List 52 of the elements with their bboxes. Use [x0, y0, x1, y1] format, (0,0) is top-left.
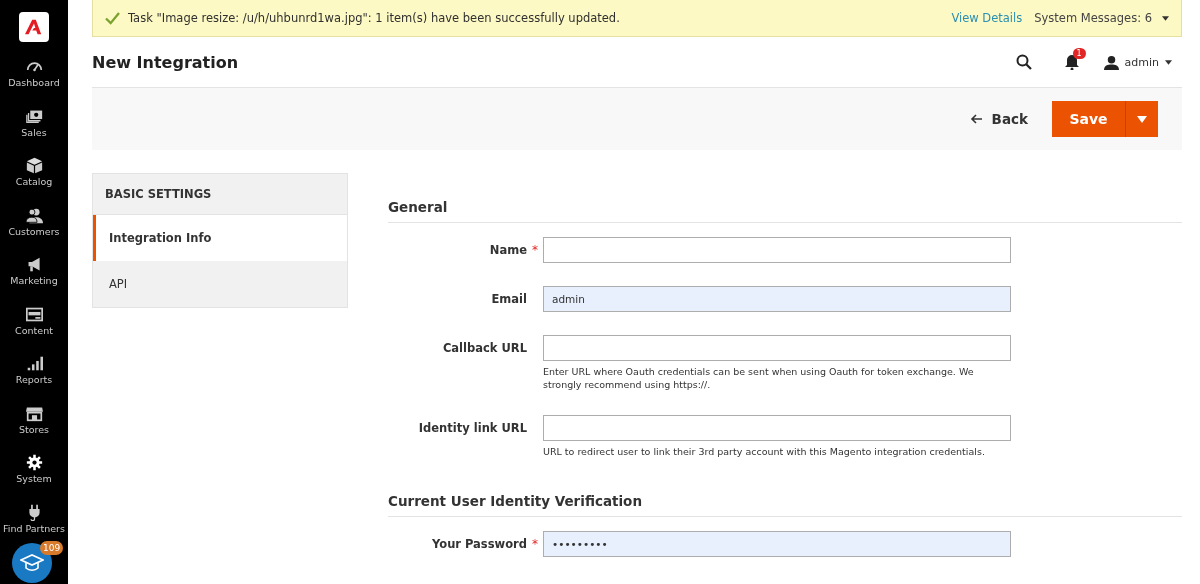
system-messages-toggle[interactable]: System Messages: 6: [1034, 11, 1152, 25]
view-details-link[interactable]: View Details: [951, 11, 1023, 25]
input-field[interactable]: admin: [543, 286, 1011, 312]
field-note: URL to redirect user to link their 3rd party account with this Magento integration credentials.: [543, 444, 986, 458]
input-field[interactable]: [543, 414, 1011, 441]
caret-icon: [1165, 59, 1172, 65]
nav-item[interactable]: Dashboard: [0, 58, 68, 105]
field-label: Callback URL: [442, 341, 527, 355]
field-label: Your Password: [431, 536, 527, 551]
nav-item[interactable]: Stores: [0, 404, 68, 452]
back-button[interactable]: Back: [969, 111, 1028, 127]
caret-icon[interactable]: [1162, 15, 1169, 21]
input-field[interactable]: [543, 237, 1011, 263]
tab[interactable]: Integration Info: [93, 215, 347, 261]
section-title: General: [388, 199, 1182, 223]
user-menu[interactable]: admin: [1103, 54, 1172, 70]
required-mark: *: [531, 536, 539, 551]
required-mark: *: [531, 243, 539, 257]
layout-icon: [25, 305, 43, 323]
tab[interactable]: API: [93, 261, 347, 307]
bell-icon[interactable]: [1063, 54, 1080, 70]
nav-item[interactable]: Find Partners: [0, 503, 68, 535]
arrow-left-icon: [969, 114, 982, 124]
check-icon: [105, 11, 120, 25]
field-label: Email: [491, 292, 527, 306]
save-options-button[interactable]: [1125, 101, 1158, 137]
settings-icon: [25, 454, 43, 471]
notification-badge: 1: [1072, 48, 1086, 59]
field-label: Name: [489, 243, 527, 257]
input-field[interactable]: •••••••••: [543, 530, 1011, 557]
nav-item[interactable]: System: [0, 454, 68, 501]
search-icon[interactable]: [1015, 54, 1032, 70]
input-field[interactable]: [543, 335, 1011, 361]
logo-icon[interactable]: [19, 12, 49, 42]
nav-item[interactable]: Customers: [0, 206, 68, 254]
message-text: Task "Image resize: /u/h/uhbunrd1wa.jpg": 1 item(s) have been successfully updated.: [128, 11, 620, 25]
user-icon: [1103, 54, 1119, 70]
caret-icon: [1137, 115, 1147, 123]
bar-chart-icon: [25, 355, 43, 372]
users-icon: [25, 206, 43, 224]
section-title: Current User Identity Verification: [388, 492, 1182, 517]
save-button[interactable]: Save: [1052, 101, 1125, 137]
nav-item[interactable]: Content: [0, 305, 68, 353]
nav-item[interactable]: Catalog: [0, 157, 68, 204]
field-label: Identity link URL: [418, 420, 527, 435]
field-note: Enter URL where Oauth credentials can be sent when using Oauth for token exchange. We strongly recommend using https://.: [543, 365, 975, 392]
nav-item[interactable]: Marketing: [0, 256, 68, 303]
box-icon: [25, 157, 43, 174]
nav-item[interactable]: Reports: [0, 355, 68, 402]
nav-item[interactable]: Sales: [0, 107, 68, 155]
page-title: New Integration: [92, 52, 239, 72]
count-badge: 109: [40, 541, 64, 555]
